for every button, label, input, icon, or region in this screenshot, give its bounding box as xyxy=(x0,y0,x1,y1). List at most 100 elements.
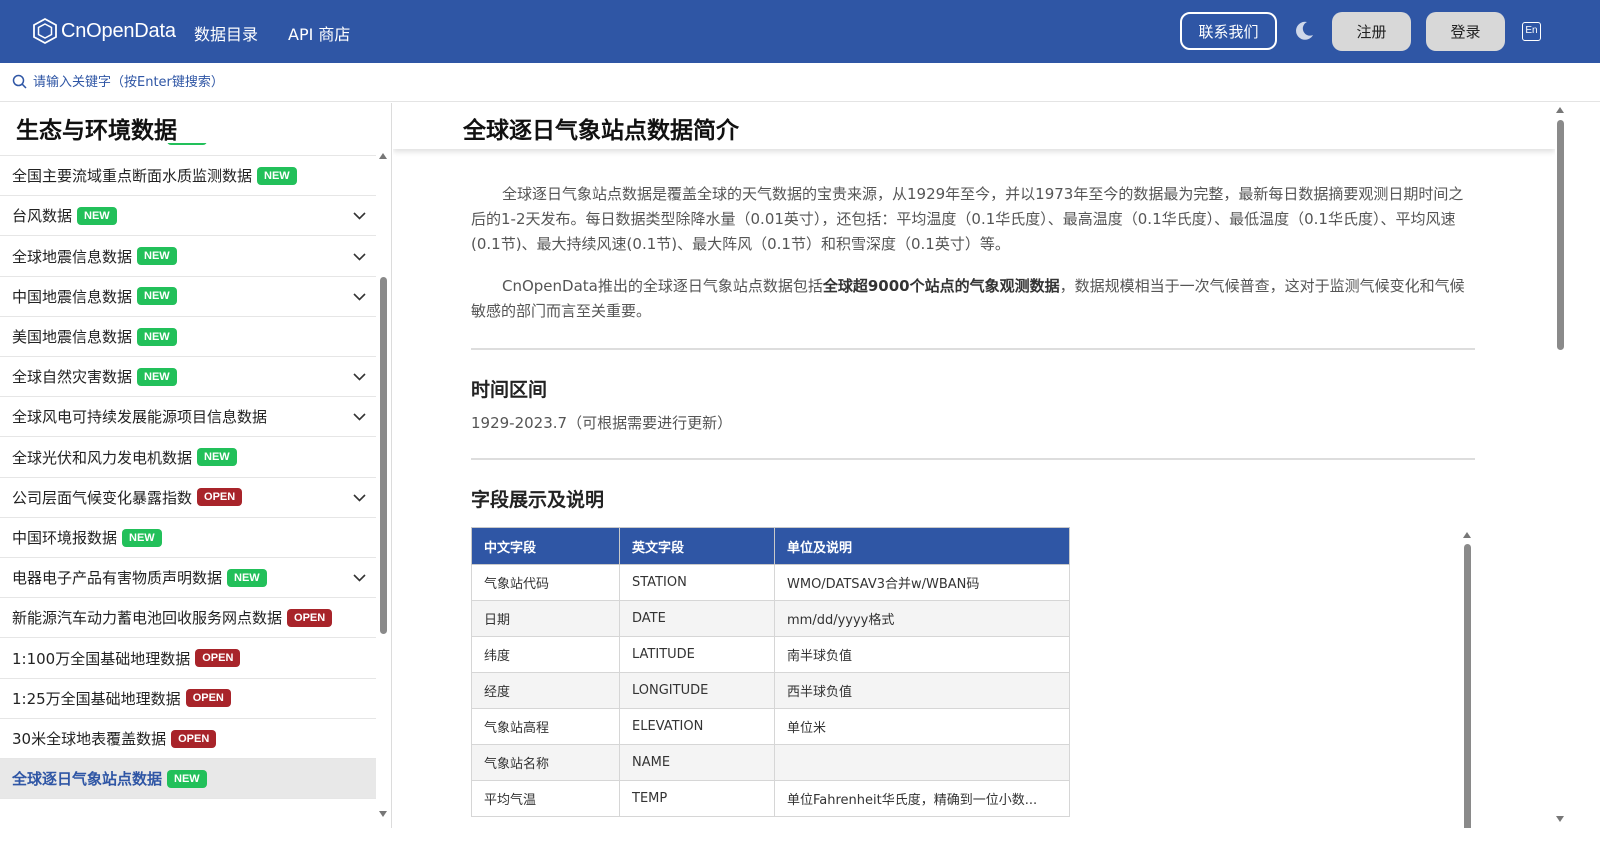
sidebar-item[interactable]: 全球逐日气象站点数据 NEW xyxy=(0,759,376,800)
table-row: 平均气温 TEMP 单位Fahrenheit华氏度，精确到一位小数... xyxy=(471,780,1070,817)
sidebar-item[interactable]: 1:100万全国基础地理数据 OPEN xyxy=(0,639,376,679)
chevron-down-icon[interactable] xyxy=(353,571,366,584)
sidebar-scroll-up-arrow[interactable] xyxy=(379,153,387,159)
chevron-down-icon[interactable] xyxy=(353,410,366,423)
sidebar-item[interactable]: 全球光伏和风力发电机数据 NEW xyxy=(0,438,376,478)
table-header-unit: 单位及说明 xyxy=(774,527,1070,565)
logo-text: CnOpenData xyxy=(61,19,176,42)
status-badge: OPEN xyxy=(195,649,241,668)
time-range-value: 1929-2023.7（可根据需要进行更新） xyxy=(471,414,733,432)
table-cell xyxy=(774,744,1070,781)
chevron-down-icon[interactable] xyxy=(353,209,366,222)
sidebar-item[interactable]: 1:25万全国基础地理数据 OPEN xyxy=(0,679,376,719)
table-cell: LONGITUDE xyxy=(619,672,775,709)
chevron-down-icon[interactable] xyxy=(353,491,366,504)
sidebar-item[interactable]: 新能源汽车动力蓄电池回收服务网点数据 OPEN xyxy=(0,598,376,639)
sidebar-list: 中国海水水质监测数据NEW全国主要流域重点断面水质监测数据NEW台风数据NEW全… xyxy=(0,143,376,828)
status-badge: NEW xyxy=(167,143,207,145)
nav-api-store[interactable]: API 商店 xyxy=(288,21,350,45)
time-range-title: 时间区间 xyxy=(471,379,548,401)
sidebar-item-label: 30米全球地表覆盖数据 xyxy=(12,730,167,748)
language-switch-icon[interactable]: En xyxy=(1522,22,1541,41)
table-scroll-up-arrow[interactable] xyxy=(1463,532,1471,538)
table-header-cn: 中文字段 xyxy=(471,527,620,565)
status-badge: OPEN xyxy=(287,608,333,627)
sidebar-item[interactable]: 电器电子产品有害物质声明数据 NEW xyxy=(0,558,376,599)
sidebar-item[interactable]: 中国地震信息数据 NEW xyxy=(0,277,376,317)
sidebar-item-label: 中国环境报数据 xyxy=(12,529,118,547)
logo[interactable]: CnOpenData xyxy=(32,17,176,45)
table-cell: ELEVATION xyxy=(619,708,775,745)
chevron-down-icon[interactable] xyxy=(353,290,366,303)
fields-title: 字段展示及说明 xyxy=(471,489,605,511)
page-scrollbar[interactable] xyxy=(1557,120,1564,350)
table-scrollbar[interactable] xyxy=(1464,544,1471,828)
sidebar-item[interactable]: 全国主要流域重点断面水质监测数据 NEW xyxy=(0,156,376,197)
table-cell: 南半球负值 xyxy=(774,636,1070,673)
table-row: 纬度 LATITUDE 南半球负值 xyxy=(471,636,1070,673)
hexagon-logo-icon xyxy=(33,17,57,45)
sidebar-item-label: 全球风电可持续发展能源项目信息数据 xyxy=(12,408,268,427)
page-title: 全球逐日气象站点数据简介 xyxy=(463,118,739,144)
sidebar-item-label: 1:25万全国基础地理数据 xyxy=(12,689,181,708)
contact-us-button[interactable]: 联系我们 xyxy=(1180,12,1277,50)
sidebar-scrollbar[interactable] xyxy=(380,277,387,634)
table-cell: TEMP xyxy=(619,780,775,817)
table-cell: 单位米 xyxy=(774,708,1070,745)
status-badge: NEW xyxy=(137,287,177,306)
sidebar-item[interactable]: 台风数据 NEW xyxy=(0,196,376,237)
chevron-down-icon[interactable] xyxy=(353,370,366,383)
page-scroll-down-arrow[interactable] xyxy=(1556,816,1564,822)
sidebar-item[interactable]: 公司层面气候变化暴露指数 OPEN xyxy=(0,478,376,518)
sidebar-item[interactable]: 30米全球地表覆盖数据 OPEN xyxy=(0,719,376,759)
sidebar: 生态与环境数据 中国海水水质监测数据NEW全国主要流域重点断面水质监测数据NEW… xyxy=(0,103,392,828)
sidebar-item[interactable]: 全球地震信息数据 NEW xyxy=(0,237,376,277)
nav-data-catalog[interactable]: 数据目录 xyxy=(194,21,258,45)
sidebar-item-label: 中国地震信息数据 xyxy=(12,287,133,306)
intro-p2-bold: 全球超9000个站点的气象观测数据 xyxy=(822,277,1060,295)
table-row: 气象站高程 ELEVATION 单位米 xyxy=(471,708,1070,745)
table-cell: STATION xyxy=(619,564,775,601)
main-content: 全球逐日气象站点数据简介 全球逐日气象站点数据是覆盖全球的天气数据的宝贵来源，从… xyxy=(393,103,1555,828)
search-bar xyxy=(0,63,1600,102)
sidebar-item-label: 全国主要流域重点断面水质监测数据 xyxy=(12,167,253,186)
divider xyxy=(471,348,1475,350)
sidebar-item[interactable]: 中国环境报数据 NEW xyxy=(0,518,376,558)
search-icon xyxy=(12,74,27,89)
sidebar-item-label: 全球逐日气象站点数据 xyxy=(12,770,163,789)
status-badge: NEW xyxy=(257,166,297,185)
table-cell: WMO/DATSAV3合并w/WBAN码 xyxy=(774,564,1070,601)
table-cell: mm/dd/yyyy格式 xyxy=(774,600,1070,637)
table-header-en: 英文字段 xyxy=(619,527,775,565)
table-cell: NAME xyxy=(619,744,775,781)
search-input[interactable] xyxy=(33,71,433,93)
table-cell: 平均气温 xyxy=(471,780,620,817)
sidebar-item-label: 中国海水水质监测数据 xyxy=(12,143,162,146)
intro-paragraph-2: CnOpenData推出的全球逐日气象站点数据包括全球超9000个站点的气象观测… xyxy=(471,274,1476,324)
page-scroll-up-arrow[interactable] xyxy=(1556,107,1564,113)
table-cell: 纬度 xyxy=(471,636,620,673)
table-row: 气象站名称 NAME xyxy=(471,744,1070,781)
status-badge: OPEN xyxy=(197,488,243,507)
table-cell: 日期 xyxy=(471,600,620,637)
sidebar-item[interactable]: 美国地震信息数据 NEW xyxy=(0,317,376,357)
sidebar-item-label: 新能源汽车动力蓄电池回收服务网点数据 xyxy=(12,609,283,628)
login-button[interactable]: 登录 xyxy=(1426,12,1505,51)
sidebar-item-label: 台风数据 xyxy=(12,207,73,226)
chevron-down-icon[interactable] xyxy=(353,250,366,263)
table-cell: 气象站名称 xyxy=(471,744,620,781)
status-badge: NEW xyxy=(197,448,237,467)
sidebar-scroll-down-arrow[interactable] xyxy=(379,811,387,817)
table-cell: DATE xyxy=(619,600,775,637)
status-badge: NEW xyxy=(77,206,117,225)
status-badge: NEW xyxy=(137,327,177,346)
sidebar-item[interactable]: 中国海水水质监测数据 NEW xyxy=(0,143,376,156)
sidebar-item[interactable]: 全球风电可持续发展能源项目信息数据 xyxy=(0,397,376,438)
sidebar-item-label: 全球地震信息数据 xyxy=(12,247,133,266)
sidebar-title: 生态与环境数据 xyxy=(16,118,177,144)
sidebar-item[interactable]: 全球自然灾害数据 NEW xyxy=(0,357,376,398)
intro-paragraph-1: 全球逐日气象站点数据是覆盖全球的天气数据的宝贵来源，从1929年至今，并以197… xyxy=(471,185,1464,253)
register-button[interactable]: 注册 xyxy=(1332,12,1411,51)
moon-icon[interactable] xyxy=(1293,20,1315,42)
sidebar-item-label: 公司层面气候变化暴露指数 xyxy=(12,488,193,507)
